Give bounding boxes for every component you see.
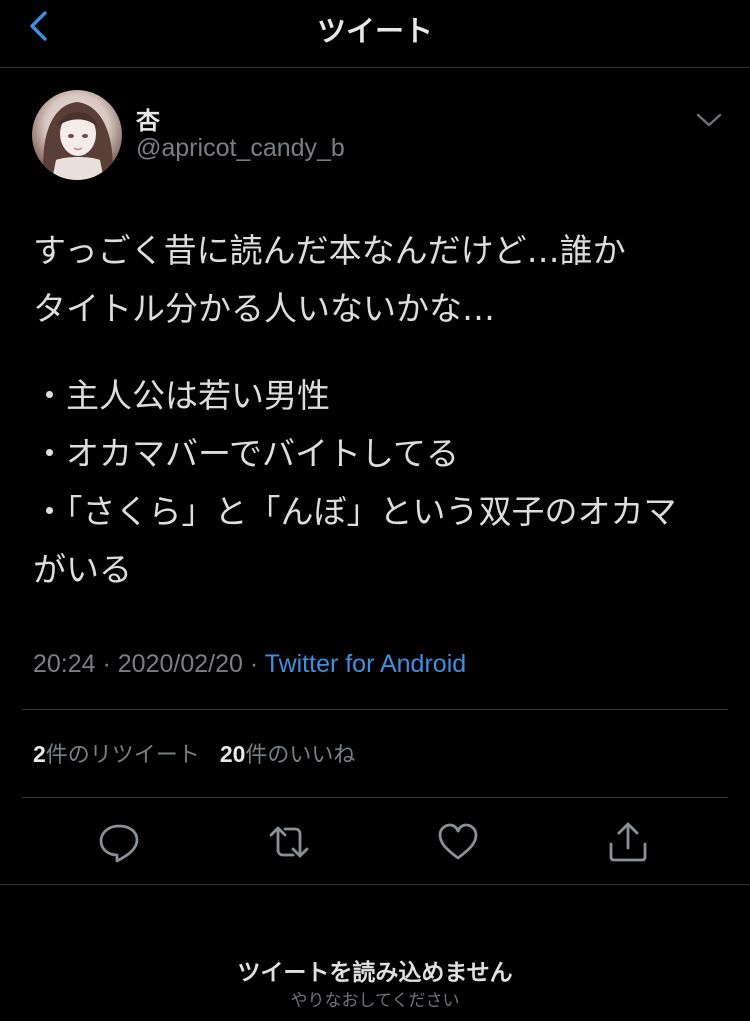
- tweet-text: すっごく昔に読んだ本なんだけど…誰か タイトル分かる人いないかな… ・主人公は若…: [33, 222, 723, 599]
- tweet-line: すっごく昔に読んだ本なんだけど…誰か: [33, 231, 626, 270]
- engagement-stats: 2件のリツイート 20件のいいね: [33, 737, 355, 769]
- share-icon[interactable]: [606, 820, 650, 864]
- avatar[interactable]: [32, 90, 122, 180]
- divider: [0, 884, 750, 885]
- author-handle[interactable]: @apricot_candy_b: [136, 134, 345, 163]
- error-title: ツイートを読み込めません: [237, 960, 513, 986]
- top-nav-bar: ツイート: [0, 0, 750, 68]
- retweet-label: 件のリツイート: [45, 743, 200, 768]
- tweet-timestamp: 20:24 · 2020/02/20 ·: [33, 650, 265, 678]
- like-label: 件のいいね: [245, 743, 356, 768]
- like-icon[interactable]: [436, 820, 480, 864]
- author-display-name[interactable]: 杏: [136, 101, 160, 136]
- tweet-source-link[interactable]: Twitter for Android: [265, 650, 466, 678]
- tweet-bullet: ・オカマバーでバイトしてる: [33, 434, 460, 473]
- like-stat[interactable]: 20件のいいね: [219, 741, 356, 768]
- page-title: ツイート: [316, 14, 433, 48]
- tweet-line: タイトル分かる人いないかな…: [33, 289, 495, 328]
- reply-icon[interactable]: [97, 820, 141, 864]
- tweet-bullet: ・「さくら」と「んぼ」という双子のオカマ: [33, 492, 677, 531]
- divider: [22, 797, 728, 798]
- divider: [22, 709, 728, 710]
- tweet-bullet-continuation: がいる: [33, 550, 132, 589]
- tweet-bullet: ・主人公は若い男性: [33, 376, 330, 415]
- retry-link[interactable]: やりなおしてください: [0, 986, 750, 1011]
- retweet-count: 2: [33, 741, 46, 767]
- retweet-stat[interactable]: 2件のリツイート: [33, 741, 200, 768]
- tweet-meta: 20:24 · 2020/02/20 · Twitter for Android: [33, 650, 466, 679]
- chevron-down-icon[interactable]: [692, 108, 726, 132]
- like-count: 20: [219, 741, 246, 767]
- retweet-icon[interactable]: [267, 820, 311, 864]
